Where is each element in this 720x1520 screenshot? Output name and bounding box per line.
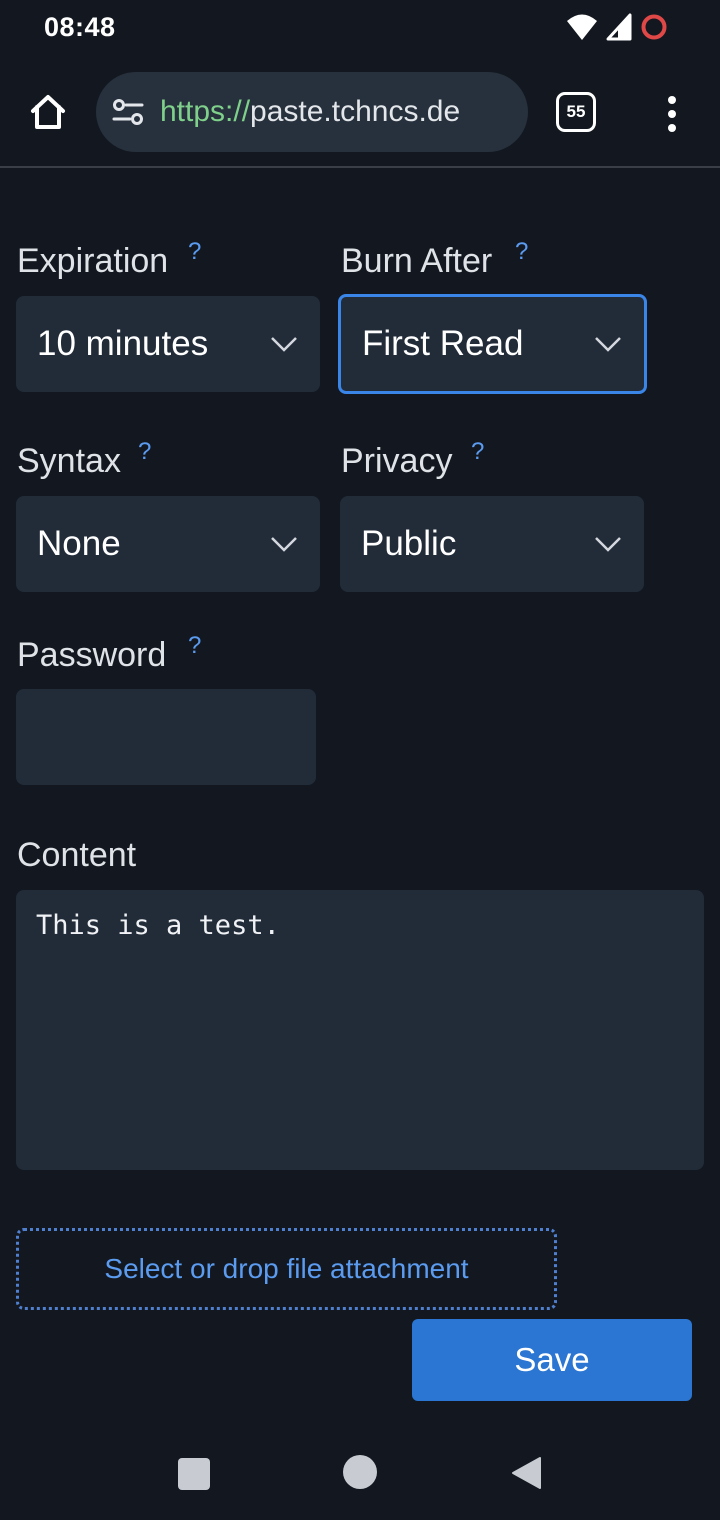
chevron-down-icon	[271, 337, 297, 352]
home-circle-icon[interactable]	[343, 1455, 377, 1489]
site-settings-icon[interactable]	[112, 96, 144, 128]
expiration-label: Expiration	[17, 242, 169, 280]
burn-after-help[interactable]: ?	[515, 238, 528, 266]
tabs-button[interactable]: 55	[556, 92, 596, 132]
burn-after-value: First Read	[362, 324, 524, 363]
url-host: paste.tchncs.de	[250, 95, 461, 128]
home-button[interactable]	[24, 90, 72, 138]
chevron-down-icon	[595, 537, 621, 552]
url-bar[interactable]: https://paste.tchncs.de	[96, 72, 528, 152]
file-attachment-dropzone[interactable]: Select or drop file attachment	[16, 1228, 557, 1310]
expiration-select[interactable]: 10 minutes	[16, 296, 320, 392]
battery-ring-icon	[640, 13, 668, 46]
content-label: Content	[17, 836, 137, 874]
save-button[interactable]: Save	[412, 1319, 692, 1401]
status-bar: 08:48	[0, 0, 720, 56]
content-textarea[interactable]: This is a test.	[16, 890, 704, 1170]
expiration-help[interactable]: ?	[188, 238, 201, 266]
burn-after-label: Burn After	[341, 242, 493, 280]
wifi-icon	[566, 12, 598, 47]
privacy-label: Privacy	[341, 442, 453, 480]
password-help[interactable]: ?	[188, 632, 201, 660]
syntax-help[interactable]: ?	[138, 438, 151, 466]
more-vert-icon[interactable]	[656, 90, 688, 138]
expiration-value: 10 minutes	[37, 324, 209, 363]
chevron-down-icon	[271, 537, 297, 552]
browser-toolbar: https://paste.tchncs.de 55	[0, 56, 720, 168]
password-label: Password	[17, 636, 167, 674]
burn-after-select[interactable]: First Read	[338, 294, 647, 394]
privacy-select[interactable]: Public	[340, 496, 644, 592]
password-field[interactable]	[16, 689, 316, 785]
syntax-select[interactable]: None	[16, 496, 320, 592]
status-time: 08:48	[44, 12, 116, 42]
system-nav-bar	[0, 1424, 720, 1520]
back-triangle-icon[interactable]	[510, 1456, 542, 1495]
syntax-value: None	[37, 524, 121, 563]
recents-square-icon[interactable]	[178, 1458, 210, 1490]
syntax-label: Syntax	[17, 442, 121, 480]
privacy-help[interactable]: ?	[471, 438, 484, 466]
url-text: https://paste.tchncs.de	[160, 95, 460, 129]
tab-count: 55	[566, 102, 586, 121]
chevron-down-icon	[595, 337, 621, 352]
signal-icon	[606, 13, 632, 46]
url-scheme: https://	[160, 95, 251, 128]
privacy-value: Public	[361, 524, 457, 563]
status-icons	[566, 12, 668, 47]
home-icon	[28, 92, 68, 137]
